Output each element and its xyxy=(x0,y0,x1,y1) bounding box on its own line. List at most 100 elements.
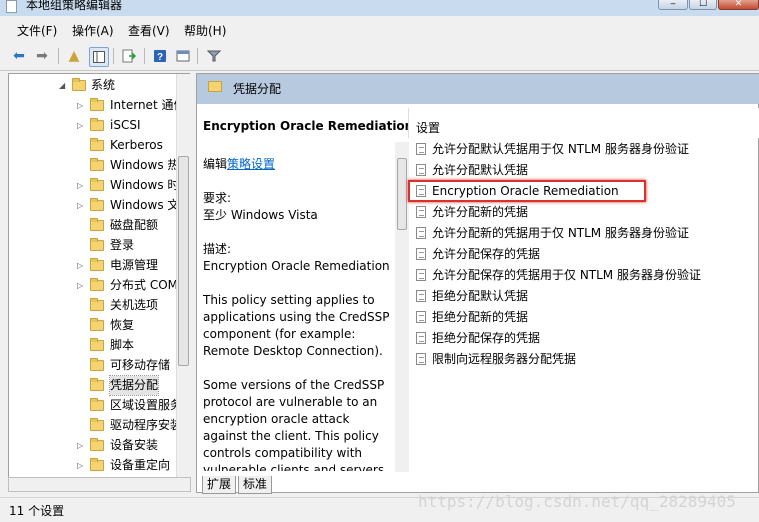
navigation-tree[interactable]: ◢ 系统 ▷ Internet 通信 ▷ iSCSI Kerberos Windows 热 ▷ W… xyxy=(8,73,190,478)
menu-action[interactable]: 操作(A) xyxy=(72,24,114,38)
tree-item[interactable]: 磁盘配额 xyxy=(9,216,179,235)
tree-item[interactable]: ▷ Internet 通信 xyxy=(9,96,185,115)
tree-item[interactable]: ▷ 设备安装 xyxy=(9,436,179,455)
status-text: 11 个设置 xyxy=(9,504,65,518)
expand-arrow-icon[interactable]: ▷ xyxy=(77,96,83,115)
menu-help[interactable]: 帮助(H) xyxy=(184,24,226,38)
tree-item[interactable]: 登录 xyxy=(9,236,179,255)
folder-icon xyxy=(90,398,104,411)
tree-item-label: Windows 热 xyxy=(110,158,180,172)
show-hide-tree-icon[interactable] xyxy=(89,47,109,67)
expand-arrow-icon[interactable]: ▷ xyxy=(77,436,83,455)
expand-arrow-icon[interactable]: ▷ xyxy=(77,116,83,135)
expand-arrow-icon[interactable]: ▷ xyxy=(77,456,83,475)
tree-item[interactable]: 关机选项 xyxy=(9,296,179,315)
forward-arrow-icon[interactable]: ➡ xyxy=(33,47,51,65)
desc-line: controls compatibility with xyxy=(203,446,362,460)
tree-item[interactable]: ▷ Windows 时 xyxy=(9,176,179,195)
folder-icon xyxy=(90,358,104,371)
desc-line: Some versions of the CredSSP xyxy=(203,378,385,392)
tree-item[interactable]: Kerberos xyxy=(9,136,179,155)
expand-arrow-icon[interactable]: ▷ xyxy=(77,256,83,275)
tree-item[interactable]: ▷ 分布式 COM xyxy=(9,276,179,295)
filter-icon[interactable] xyxy=(205,47,223,65)
description-label: 描述: xyxy=(203,242,232,256)
help-icon[interactable]: ? xyxy=(151,47,169,65)
folder-icon xyxy=(90,138,104,151)
tree-scroll-thumb[interactable] xyxy=(178,156,189,366)
tree-item-label: 凭据分配 xyxy=(108,375,160,396)
folder-icon xyxy=(90,118,104,131)
tab-extended[interactable]: 扩展 xyxy=(202,476,237,494)
policy-setting-icon xyxy=(416,332,426,344)
edit-policy-link[interactable]: 策略设置 xyxy=(227,157,275,171)
tree-item-label: 登录 xyxy=(110,238,135,252)
expand-arrow-icon[interactable]: ▷ xyxy=(77,196,83,215)
toolbar-separator xyxy=(144,48,145,64)
tree-item[interactable]: ▷ Windows 文 xyxy=(9,196,179,215)
tree-item[interactable]: ▷ 设备重定向 xyxy=(9,456,179,475)
tree-item[interactable]: 凭据分配 xyxy=(9,375,179,396)
tab-standard[interactable]: 标准 xyxy=(238,476,273,494)
watermark: https://blog.csdn.net/qq_28289405 xyxy=(418,492,736,511)
tree-item[interactable]: ▷ 电源管理 xyxy=(9,256,179,275)
folder-icon xyxy=(90,178,104,191)
policy-setting-icon xyxy=(416,269,426,281)
export-list-icon[interactable] xyxy=(120,47,138,65)
close-button[interactable]: ✕ xyxy=(718,0,759,10)
minimize-button[interactable]: ‒ xyxy=(658,0,688,10)
desc-line: against the client. This policy xyxy=(203,429,379,443)
tree-item[interactable]: ◢ 系统 xyxy=(9,76,179,95)
tree-item-label: 磁盘配额 xyxy=(110,218,159,232)
folder-icon xyxy=(72,78,86,91)
tree-item-label: 设备安装 xyxy=(110,438,159,452)
toolbar-separator xyxy=(113,48,114,64)
policy-setting-icon xyxy=(416,311,426,323)
tree-item[interactable]: Windows 热 xyxy=(9,156,179,175)
expand-arrow-icon[interactable]: ▷ xyxy=(77,176,83,195)
tree-item-label: Windows 文 xyxy=(110,198,180,212)
tree-horizontal-scrollbar[interactable] xyxy=(8,477,191,492)
tree-item-label: 区域设置服务 xyxy=(110,398,183,412)
collapse-arrow-icon[interactable]: ◢ xyxy=(59,76,65,95)
properties-icon[interactable] xyxy=(174,47,192,65)
tree-item[interactable]: 可移动存储 xyxy=(9,356,179,375)
highlight-box xyxy=(408,180,646,202)
setting-label: 允许分配默认凭据 xyxy=(432,163,529,177)
toolbar-separator xyxy=(197,48,198,64)
policy-setting-icon xyxy=(416,227,426,239)
folder-icon xyxy=(90,158,104,171)
folder-icon xyxy=(90,238,104,251)
tree-item[interactable]: 驱动程序安装 xyxy=(9,416,182,435)
policy-setting-icon xyxy=(416,290,426,302)
setting-label: 拒绝分配默认凭据 xyxy=(432,289,529,303)
tree-item-label: 设备重定向 xyxy=(110,458,171,472)
back-arrow-icon[interactable]: ⬅ xyxy=(10,47,28,65)
description-paragraph-2: Some versions of the CredSSP protocol ar… xyxy=(203,377,388,471)
tree-item[interactable]: 脚本 xyxy=(9,336,179,355)
tree-item[interactable]: ▷ iSCSI xyxy=(9,116,179,135)
tree-item[interactable]: 恢复 xyxy=(9,316,179,335)
settings-column-header[interactable] xyxy=(408,108,759,138)
expand-arrow-icon[interactable]: ▷ xyxy=(77,276,83,295)
svg-text:?: ? xyxy=(157,52,163,63)
menu-file[interactable]: 文件(F) xyxy=(17,24,57,38)
description-scroll-thumb[interactable] xyxy=(397,158,407,230)
menu-bar: 文件(F) 操作(A) 查看(V) 帮助(H) xyxy=(0,21,759,41)
desc-line: Remote Desktop Connection). xyxy=(203,344,383,358)
policy-setting-icon xyxy=(416,206,426,218)
menu-view[interactable]: 查看(V) xyxy=(128,24,170,38)
toolbar: ⬅ ➡ ▲ ? xyxy=(0,43,759,71)
up-folder-icon[interactable]: ▲ xyxy=(65,47,83,65)
policy-title: Encryption Oracle Remediation xyxy=(203,119,414,133)
setting-label: 拒绝分配保存的凭据 xyxy=(432,331,541,345)
desc-line: vulnerable clients and servers. xyxy=(203,463,388,471)
folder-icon xyxy=(208,81,222,92)
policy-setting-icon xyxy=(416,164,426,176)
tree-item[interactable]: 区域设置服务 xyxy=(9,396,183,415)
folder-icon xyxy=(90,298,104,311)
requirements-label: 要求: xyxy=(203,191,232,205)
maximize-button[interactable]: ☐ xyxy=(689,0,717,10)
pane-header-title: 凭据分配 xyxy=(233,82,282,96)
description-paragraph-1: This policy setting applies to applicati… xyxy=(203,292,390,360)
